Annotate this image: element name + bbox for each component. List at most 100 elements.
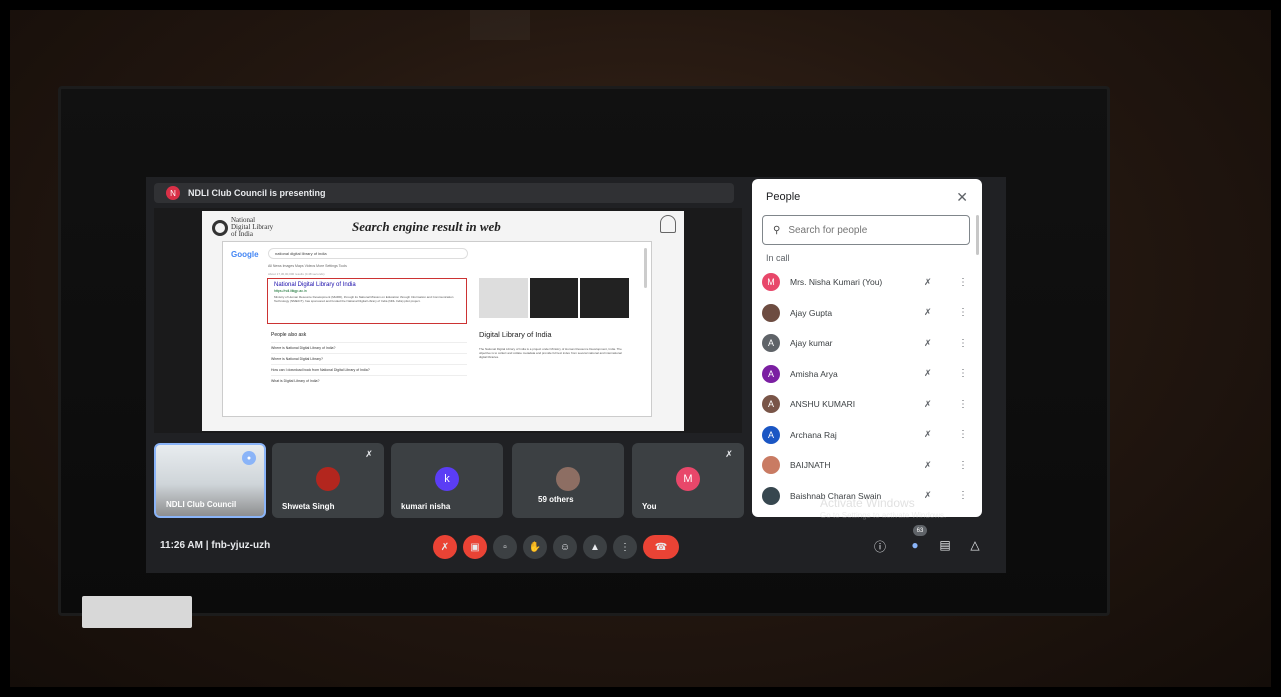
mic-off-icon: ✗ [924, 368, 932, 379]
tile-name: 59 others [538, 495, 574, 504]
panel-scrollbar[interactable] [976, 215, 979, 255]
participant-name: Ajay Gupta [790, 307, 833, 318]
presentation-stage[interactable]: National Digital Library of India Search… [154, 208, 742, 433]
iit-emblem-icon [660, 215, 676, 233]
presenting-text: NDLI Club Council is presenting [188, 188, 326, 198]
more-vert-icon[interactable]: ⋮ [958, 368, 968, 379]
participant-name: Archana Raj [790, 429, 837, 440]
mic-off-button[interactable]: ✗ [433, 535, 457, 559]
search-result-screenshot: Google national digital library of india… [222, 241, 652, 417]
avatar [762, 303, 780, 322]
serp-stats: About 17,30,00,000 results (0.48 seconds… [268, 272, 325, 276]
meeting-details-button[interactable]: ⓘ [871, 538, 889, 556]
knowledge-panel: Digital Library of India The National Di… [479, 278, 630, 416]
more-vert-icon[interactable]: ⋮ [958, 399, 968, 410]
camera-off-button[interactable]: ▣ [463, 535, 487, 559]
kp-image [529, 278, 579, 318]
serp-query: national digital library of india [268, 248, 468, 259]
mic-off-icon: ✗ [924, 307, 932, 318]
tile-name: kumari nisha [401, 502, 451, 511]
leave-call-button[interactable]: ☎ [643, 535, 679, 559]
more-vert-icon[interactable]: ⋮ [958, 277, 968, 288]
mic-off-icon: ✗ [924, 398, 932, 409]
presenting-banner: N NDLI Club Council is presenting [154, 183, 734, 203]
avatar [762, 456, 780, 475]
presenter-avatar: N [166, 186, 180, 200]
activate-windows-watermark: Activate Windows [820, 496, 915, 510]
tile-others[interactable]: 59 others [512, 443, 624, 518]
more-options-button[interactable]: ⋮ [613, 535, 637, 559]
tile-name: Shweta Singh [282, 502, 335, 511]
avatar: A [762, 364, 780, 383]
mic-off-icon: ✗ [924, 276, 932, 287]
tile-ndli-club-council[interactable]: ● NDLI Club Council [154, 443, 266, 518]
participant-list: M Mrs. Nisha Kumari (You) ✗ ⋮ Ajay Gupta… [762, 267, 976, 511]
kp-image [479, 278, 528, 318]
tile-kumari-nisha[interactable]: k kumari nisha [391, 443, 503, 518]
mic-off-icon: ✗ [924, 337, 932, 348]
meeting-info: 11:26 AM | fnb-yjuz-uzh [160, 540, 270, 551]
separator: | [205, 540, 209, 551]
more-vert-icon[interactable]: ⋮ [958, 460, 968, 471]
tile-shweta-singh[interactable]: ✗ Shweta Singh [272, 443, 384, 518]
participant-row[interactable]: A Archana Raj ✗ ⋮ [762, 420, 976, 451]
kp-images [479, 278, 630, 318]
avatar: A [762, 395, 780, 414]
speaking-indicator-icon: ● [242, 451, 256, 465]
more-vert-icon[interactable]: ⋮ [958, 490, 968, 501]
captions-button[interactable]: ▫ [493, 535, 517, 559]
present-button[interactable]: ▲ [583, 535, 607, 559]
result-url: https://ndl.iitkgp.ac.in [274, 289, 307, 293]
emoji-button[interactable]: ☺ [553, 535, 577, 559]
shared-slide: National Digital Library of India Search… [202, 211, 684, 431]
tile-name: You [642, 502, 657, 511]
participant-name: Ajay kumar [790, 338, 833, 349]
search-input[interactable] [788, 224, 939, 236]
group-avatar [556, 467, 580, 491]
highlighted-result: National Digital Library of India https:… [267, 278, 467, 324]
mic-off-icon: ✗ [924, 490, 932, 501]
serp-scrollbar [644, 248, 647, 288]
slide-title: Search engine result in web [352, 219, 501, 234]
avatar: k [435, 467, 459, 491]
close-panel-button[interactable]: ✕ [956, 189, 968, 206]
paa-question: How can I download book from National Di… [271, 364, 467, 375]
participant-row[interactable]: A Amisha Arya ✗ ⋮ [762, 359, 976, 390]
mic-off-icon: ✗ [365, 449, 373, 459]
mic-off-icon: ✗ [924, 459, 932, 470]
activate-windows-sub: Go to Settings to activate Windows. [820, 511, 947, 520]
activities-button[interactable]: △ [966, 538, 984, 556]
participant-name: ANSHU KUMARI [790, 399, 856, 410]
more-vert-icon[interactable]: ⋮ [958, 338, 968, 349]
ndli-logo: National Digital Library of India [212, 217, 273, 238]
clock: 11:26 AM [160, 540, 203, 551]
more-vert-icon[interactable]: ⋮ [958, 429, 968, 440]
tile-you[interactable]: ✗ M You [632, 443, 744, 518]
paa-heading: People also ask [271, 332, 307, 338]
participant-name: BAIJNATH [790, 460, 831, 471]
wall-light [470, 10, 530, 40]
participant-row[interactable]: BAIJNATH ✗ ⋮ [762, 450, 976, 481]
participant-name: Mrs. Nisha Kumari (You) [790, 277, 883, 288]
kp-description: The National Digital Library of India is… [479, 347, 622, 359]
search-icon: ⚲ [773, 224, 781, 236]
participant-row[interactable]: A Ajay kumar ✗ ⋮ [762, 328, 976, 359]
participant-count-badge: 63 [913, 525, 927, 536]
tile-name: NDLI Club Council [166, 500, 237, 509]
people-search[interactable]: ⚲ [762, 215, 970, 245]
power-outlet [82, 596, 192, 628]
meeting-controls: 11:26 AM | fnb-yjuz-uzh ✗ ▣ ▫ ✋ ☺ ▲ ⋮ ☎ … [154, 525, 998, 565]
people-button[interactable]: ● [906, 538, 924, 556]
participant-row[interactable]: M Mrs. Nisha Kumari (You) ✗ ⋮ [762, 267, 976, 298]
result-snippet: Ministry of Human Resource Development (… [274, 295, 454, 303]
avatar: A [762, 425, 780, 444]
raise-hand-button[interactable]: ✋ [523, 535, 547, 559]
more-vert-icon[interactable]: ⋮ [958, 307, 968, 318]
people-also-ask: People also ask Where is National Digita… [271, 332, 467, 386]
people-panel: People ✕ ⚲ In call M Mrs. Nisha Kumari (… [752, 179, 982, 517]
chat-button[interactable]: ▤ [936, 538, 954, 556]
paa-question: Where is National Digital Library? [271, 353, 467, 364]
participant-name: Amisha Arya [790, 368, 838, 379]
participant-row[interactable]: Ajay Gupta ✗ ⋮ [762, 298, 976, 329]
participant-row[interactable]: A ANSHU KUMARI ✗ ⋮ [762, 389, 976, 420]
